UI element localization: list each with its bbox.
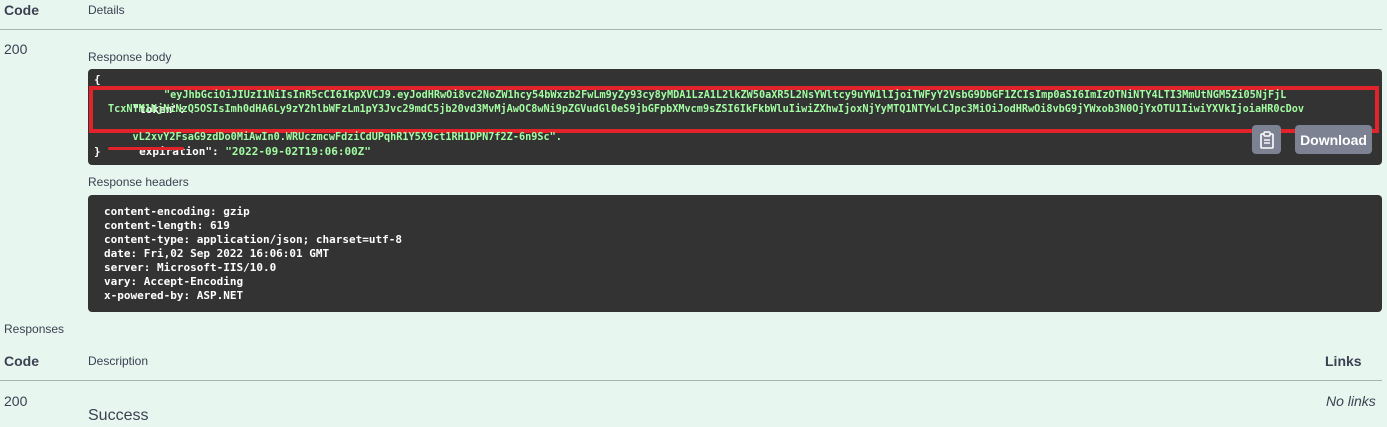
expiration-value: "2022-09-02T19:06:00Z"	[225, 145, 371, 158]
expiration-line: "expiration": "2022-09-02T19:06:00Z"	[132, 145, 371, 158]
header-line: x-powered-by: ASP.NET	[104, 289, 244, 302]
responses-section-title: Responses	[4, 322, 65, 336]
download-button[interactable]: Download	[1295, 125, 1372, 154]
responses-links-header: Links	[1325, 353, 1362, 369]
response-code: 200	[4, 41, 28, 57]
responses-code-header: Code	[4, 353, 39, 369]
responses-row-description: Success	[88, 407, 149, 424]
header-line: content-length: 619	[104, 219, 230, 232]
response-body-block[interactable]: { "token": "eyJhbGciOiJIUzI1NiIsInR5cCI6…	[88, 69, 1382, 165]
header-line: content-encoding: gzip	[104, 205, 250, 218]
code-column-header: Code	[4, 2, 39, 18]
header-line: content-type: application/json; charset=…	[104, 233, 403, 246]
copy-to-clipboard-button[interactable]	[1252, 125, 1281, 154]
details-column-header: Details	[88, 3, 125, 17]
responses-row-links: No links	[1326, 393, 1376, 409]
clipboard-icon	[1259, 130, 1274, 149]
token-value-line-1: "eyJhbGciOiJIUzI1NiIsInR5cCI6IkpXVCJ9.ey…	[164, 90, 1287, 101]
response-body-label: Response body	[88, 50, 172, 64]
header-line: vary: Accept-Encoding	[104, 275, 244, 288]
token-value-line-2: TcxNTM1NjNiNzQ5OSIsImh0dHA6Ly9zY2hlbWFzL…	[108, 104, 1305, 115]
response-headers-label: Response headers	[88, 175, 189, 189]
close-brace: }	[94, 145, 101, 158]
header-line: server: Microsoft-IIS/10.0	[104, 261, 277, 274]
responses-description-header: Description	[88, 354, 149, 368]
expiration-underline	[108, 147, 184, 150]
responses-divider	[0, 380, 1382, 381]
header-line: date: Fri,02 Sep 2022 16:06:01 GMT	[104, 247, 330, 260]
header-divider	[0, 29, 1382, 30]
open-brace: {	[94, 73, 101, 86]
response-headers-block[interactable]: content-encoding: gzip content-length: 6…	[88, 195, 1382, 312]
responses-row-code: 200	[4, 393, 28, 409]
